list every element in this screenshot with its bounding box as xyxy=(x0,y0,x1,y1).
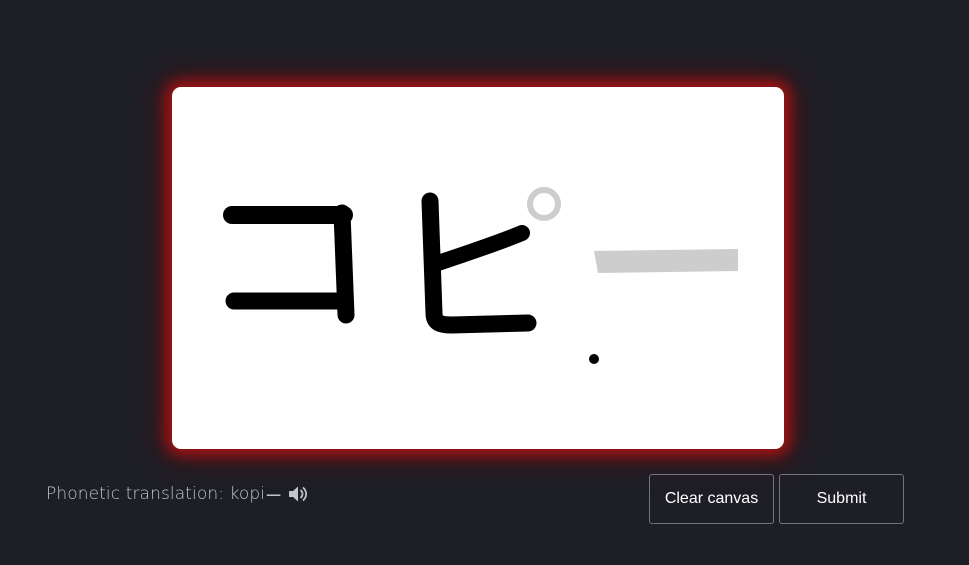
phonetic-value: kopi xyxy=(229,484,266,504)
hint-long-vowel xyxy=(594,249,738,273)
stroke-pi-diagonal xyxy=(430,225,530,271)
phonetic-suffix: ー xyxy=(265,486,283,507)
drawing-surface[interactable] xyxy=(172,87,784,449)
submit-button[interactable]: Submit xyxy=(779,474,904,524)
stroke-group-pi xyxy=(421,192,537,334)
stroke-group-ko xyxy=(223,204,355,324)
phonetic-label: Phonetic translation: xyxy=(46,484,225,504)
speaker-icon[interactable] xyxy=(288,485,310,503)
stroke-dot xyxy=(589,354,599,364)
phonetic-translation: Phonetic translation: kopi ー xyxy=(46,482,310,507)
app-page: Phonetic translation: kopi ー Clear canva… xyxy=(0,0,969,565)
clear-canvas-button[interactable]: Clear canvas xyxy=(649,474,774,524)
drawing-canvas[interactable] xyxy=(172,87,784,449)
hint-handakuten xyxy=(527,187,561,221)
